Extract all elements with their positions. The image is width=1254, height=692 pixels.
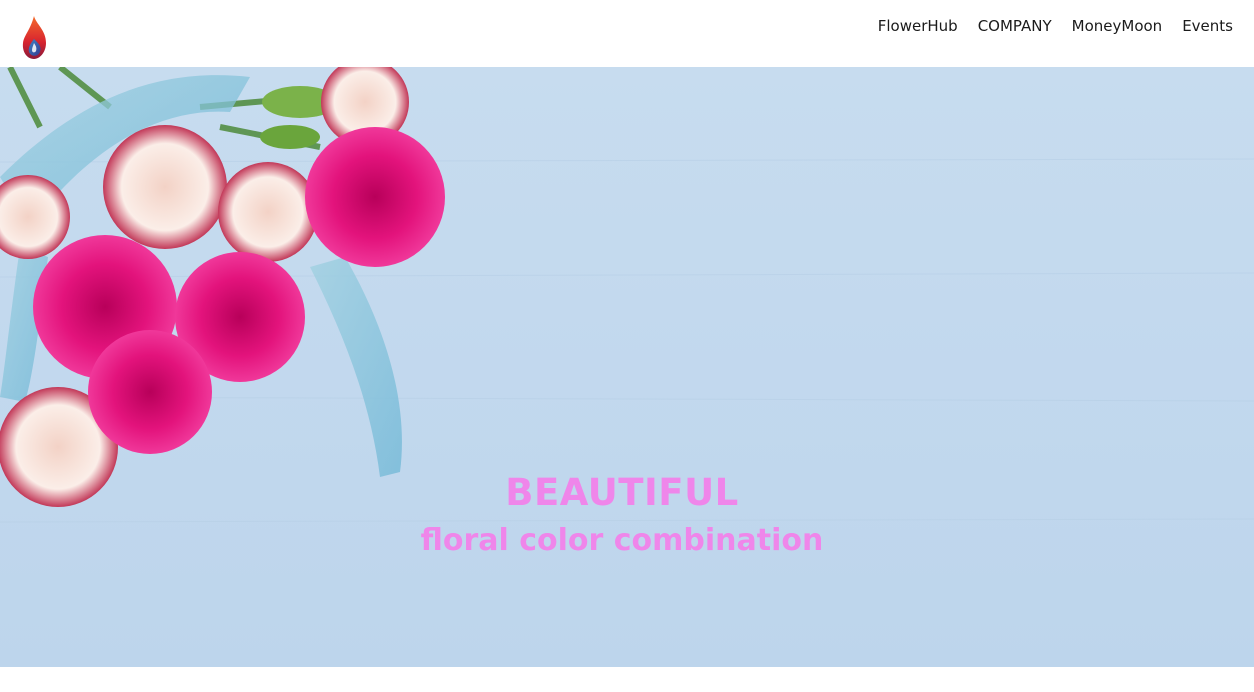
- hero-title: BEAUTIFUL: [505, 471, 739, 514]
- nav-link-company[interactable]: COMPANY: [978, 16, 1052, 36]
- hero-banner: BEAUTIFUL floral color combination: [0, 67, 1254, 667]
- hero-subtitle: floral color combination: [420, 523, 824, 558]
- nav-link-moneymoon[interactable]: MoneyMoon: [1072, 16, 1163, 36]
- nav-link-events[interactable]: Events: [1182, 16, 1233, 36]
- nav-link-flowerhub[interactable]: FlowerHub: [878, 16, 958, 36]
- page-bottom-strip: [0, 667, 1254, 692]
- main-nav: FlowerHub COMPANY MoneyMoon Events: [878, 16, 1233, 36]
- hero-flowers-image: [0, 67, 1254, 523]
- site-header: FlowerHub COMPANY MoneyMoon Events: [0, 0, 1254, 67]
- flame-logo-icon[interactable]: [20, 15, 50, 61]
